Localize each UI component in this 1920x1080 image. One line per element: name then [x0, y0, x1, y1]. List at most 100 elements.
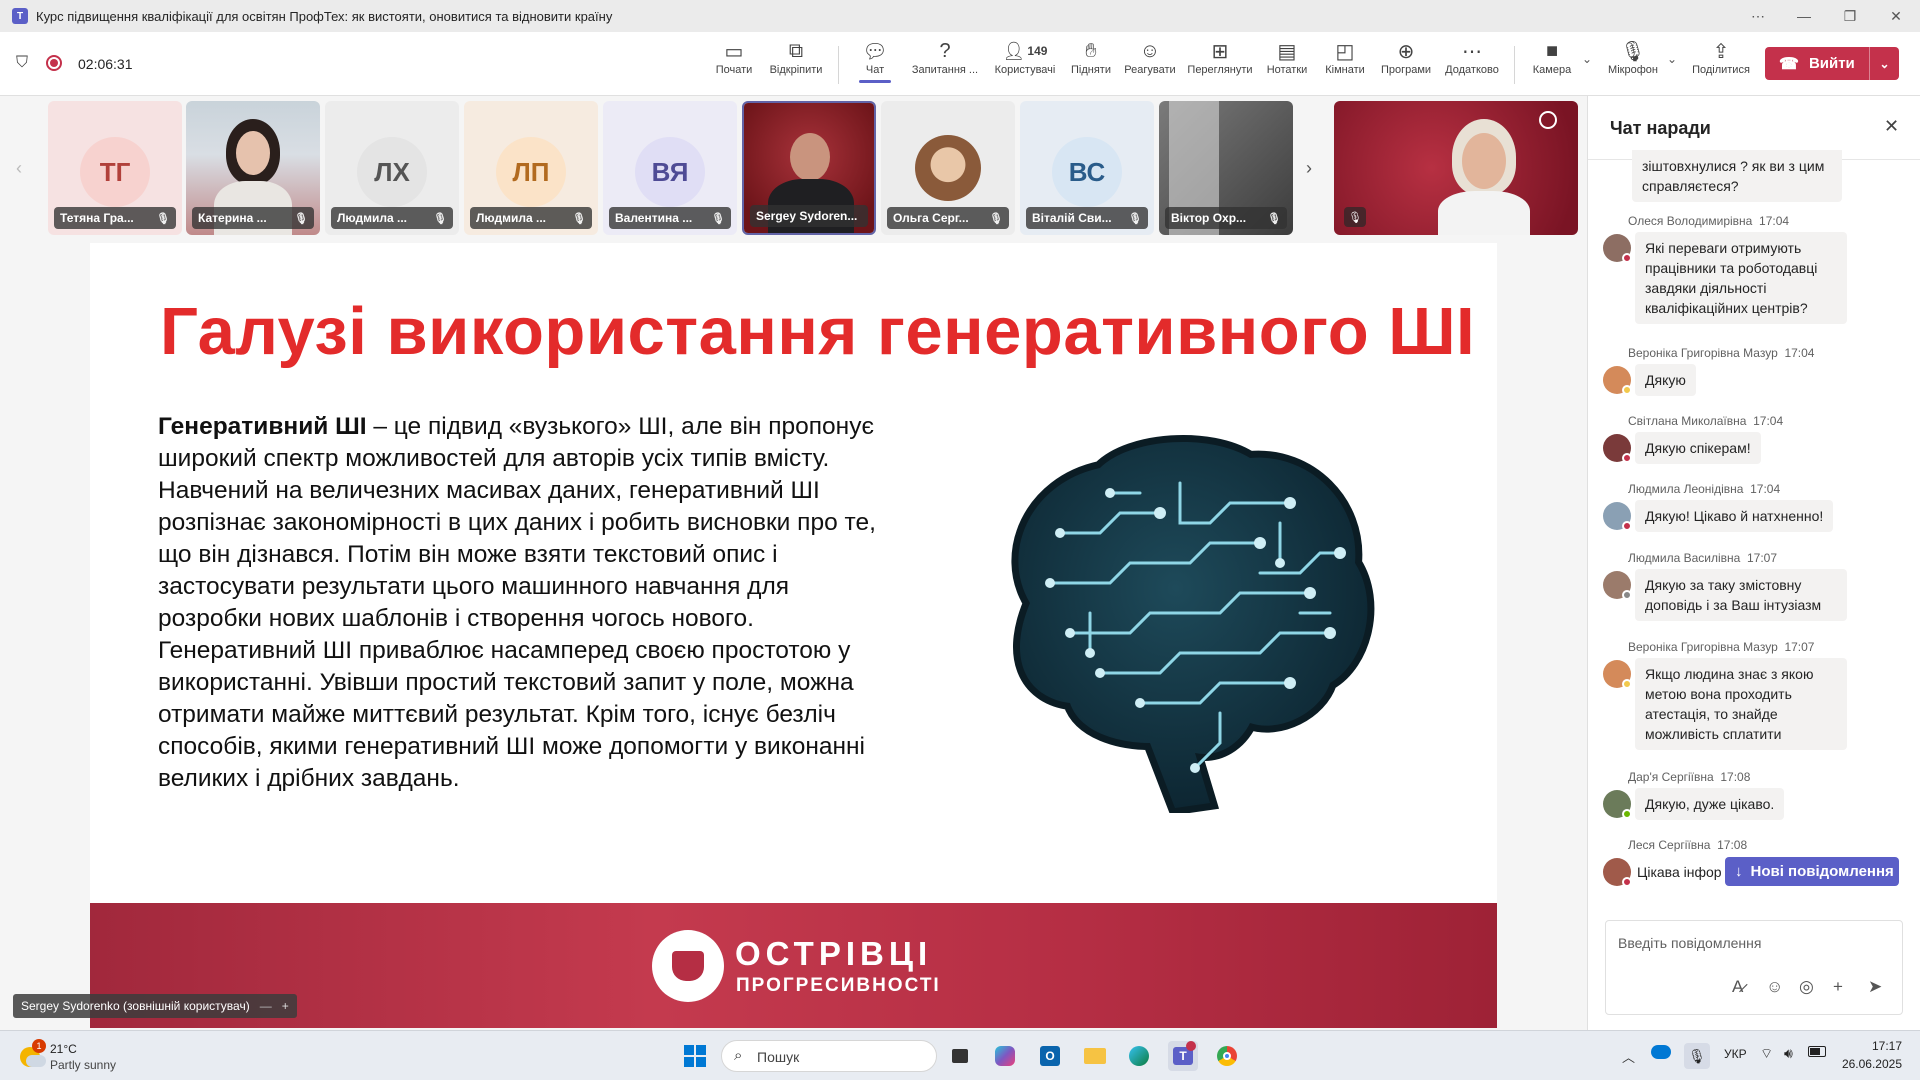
notes-button[interactable]: ▤ Нотатки [1262, 38, 1312, 92]
react-button[interactable]: ☺ Реагувати [1122, 38, 1178, 92]
close-window-button[interactable]: ✕ [1873, 0, 1919, 32]
clock-time[interactable]: 17:17 [1852, 1039, 1902, 1053]
camera-button[interactable]: ■ Камера [1528, 38, 1576, 92]
attach-plus-icon[interactable]: + [1833, 977, 1843, 997]
participant-tile[interactable]: ВС Віталій Сви... 🎙︎ [1020, 101, 1154, 235]
participant-name: Sergey Sydoren... [750, 205, 868, 227]
user-avatar [1603, 571, 1632, 600]
more-button[interactable]: ⋯ Додатково [1442, 38, 1502, 92]
meeting-timer: 02:06:31 [78, 56, 133, 72]
participant-tile[interactable]: Віктор Охр... 🎙︎ [1159, 101, 1293, 235]
participant-tile[interactable]: Ольга Серг... 🎙︎ [881, 101, 1015, 235]
participant-tile[interactable]: ЛХ Людмила ... 🎙︎ [325, 101, 459, 235]
raise-hand-button[interactable]: ✋︎ Підняти [1068, 38, 1114, 92]
people-button[interactable]: 👤︎ 149 Користувачі [990, 38, 1060, 92]
ostrivtsi-logo-icon [652, 930, 724, 1002]
participant-avatar: ТГ [80, 137, 150, 207]
battery-icon[interactable] [1808, 1046, 1826, 1057]
minimize-button[interactable]: — [1781, 0, 1827, 32]
notification-badge: 1 [32, 1039, 46, 1053]
present-button[interactable]: ▭ Почати [712, 38, 756, 92]
message-time: 17:04 [1753, 414, 1784, 428]
taskbar-search[interactable]: ⌕ Пошук [721, 1040, 937, 1072]
slide-body: Генеративний ШІ – це підвид «вузького» Ш… [158, 411, 898, 795]
rooms-button[interactable]: ◰ Кімнати [1320, 38, 1370, 92]
user-avatar [1603, 858, 1632, 887]
people-icon: 👤︎ 149 [1002, 40, 1048, 61]
participant-name: Катерина ... 🎙︎ [192, 207, 314, 229]
send-icon[interactable]: ➤ [1868, 977, 1882, 997]
input-language[interactable]: УКР [1724, 1047, 1747, 1061]
chrome-icon[interactable] [1212, 1041, 1242, 1071]
microphone-button[interactable]: 🎙︎ Мікрофон [1603, 38, 1663, 92]
pinned-speaker-video[interactable]: 🎙︎ [1334, 101, 1578, 235]
message-time: 17:04 [1759, 214, 1790, 228]
message-bubble: Цікава інфор [1635, 856, 1732, 888]
chat-button[interactable]: 💬︎ Чат [852, 38, 898, 92]
leave-options-chevron-icon[interactable]: ⌄ [1869, 47, 1899, 80]
view-button[interactable]: ⊞ Переглянути [1186, 38, 1254, 92]
participant-name: Людмила ... 🎙︎ [331, 207, 453, 229]
participant-avatar: ВЯ [635, 137, 705, 207]
restore-button[interactable]: ❐ [1827, 0, 1873, 32]
weather-icon[interactable]: 1 [18, 1039, 46, 1069]
volume-icon[interactable]: 🔊︎ [1784, 1045, 1793, 1062]
participant-tile[interactable]: Катерина ... 🎙︎ [186, 101, 320, 235]
teams-icon[interactable]: T [1168, 1041, 1198, 1071]
message-time: 17:04 [1784, 346, 1815, 360]
compose-input[interactable]: Введіть повідомлення [1618, 935, 1761, 951]
participant-tile[interactable]: ТГ Тетяна Гра... 🎙︎ [48, 101, 182, 235]
slide-footer-banner: ОСТРІВЦІ ПРОГРЕСИВНОСТІ [90, 903, 1497, 1028]
leave-button[interactable]: ☎ Вийти ⌄ [1765, 47, 1899, 80]
copilot-icon[interactable] [990, 1041, 1020, 1071]
format-icon[interactable]: A̷ [1732, 977, 1743, 997]
task-view-icon[interactable] [945, 1041, 975, 1071]
window-menu-icon[interactable]: ⋯ [1735, 0, 1781, 32]
emoji-icon[interactable]: ☺ [1766, 977, 1783, 997]
mic-off-icon: 🎙︎ [1620, 40, 1646, 63]
participant-tile[interactable]: ВЯ Валентина ... 🎙︎ [603, 101, 737, 235]
loop-icon[interactable]: ◎ [1799, 977, 1814, 997]
onedrive-icon[interactable] [1651, 1045, 1671, 1059]
show-hidden-icons-chevron-icon[interactable]: ︿ [1622, 1047, 1635, 1066]
participant-name: Валентина ... 🎙︎ [609, 207, 731, 229]
message-author: Людмила Василівна [1628, 551, 1741, 565]
message-compose-box[interactable]: Введіть повідомлення A̷ ☺ ◎ + ➤ [1605, 920, 1903, 1015]
message-time: 17:07 [1784, 640, 1815, 654]
apps-button[interactable]: ⊕ Програми [1378, 38, 1434, 92]
weather-description: Partly sunny [50, 1058, 117, 1072]
file-explorer-icon[interactable] [1080, 1041, 1110, 1071]
minimize-video-icon[interactable]: — [260, 999, 272, 1013]
message-time: 17:08 [1717, 838, 1748, 852]
new-messages-button[interactable]: ↓ Нові повідомлення [1725, 857, 1899, 886]
message-author: Людмила Леонідівна [1628, 482, 1744, 496]
mic-options-chevron-icon[interactable]: ⌄ [1667, 52, 1677, 66]
participant-tile-active-speaker[interactable]: Sergey Sydoren... [742, 101, 876, 235]
gallery-next-arrow-icon[interactable]: › [1306, 158, 1312, 179]
active-tab-indicator [859, 80, 891, 83]
hand-icon: ✋︎ [1085, 39, 1097, 62]
slide-title: Галузі використання генеративного ШІ [160, 294, 1476, 369]
wifi-icon[interactable]: ⌔ [1760, 1045, 1773, 1063]
mic-muted-icon: 🎙︎ [572, 212, 586, 225]
windows-start-icon[interactable] [680, 1041, 710, 1071]
mic-muted-tray-icon[interactable]: 🎙︎ [1684, 1043, 1710, 1069]
user-avatar [1603, 434, 1632, 463]
notes-icon: ▤ [1277, 40, 1297, 63]
outlook-icon[interactable]: O [1035, 1041, 1065, 1071]
participant-avatar [915, 135, 981, 201]
gallery-prev-arrow-icon[interactable]: ‹ [16, 158, 22, 179]
camera-options-chevron-icon[interactable]: ⌄ [1582, 52, 1592, 66]
participant-name: Ольга Серг... 🎙︎ [887, 207, 1009, 229]
popout-button[interactable]: ⧉ Відкріпити [766, 38, 826, 92]
apps-icon: ⊕ [1397, 40, 1415, 63]
message-author: Олеся Володимирівна [1628, 214, 1753, 228]
clock-date[interactable]: 26.06.2025 [1838, 1057, 1902, 1071]
camera-icon: ■ [1545, 39, 1559, 62]
close-chat-icon[interactable]: ✕ [1884, 116, 1899, 137]
share-button[interactable]: ⇪ Поділитися [1688, 38, 1754, 92]
expand-video-icon[interactable]: + [282, 999, 289, 1013]
participant-tile[interactable]: ЛП Людмила ... 🎙︎ [464, 101, 598, 235]
qa-button[interactable]: ? Запитання ... [908, 38, 982, 92]
edge-icon[interactable] [1124, 1041, 1154, 1071]
